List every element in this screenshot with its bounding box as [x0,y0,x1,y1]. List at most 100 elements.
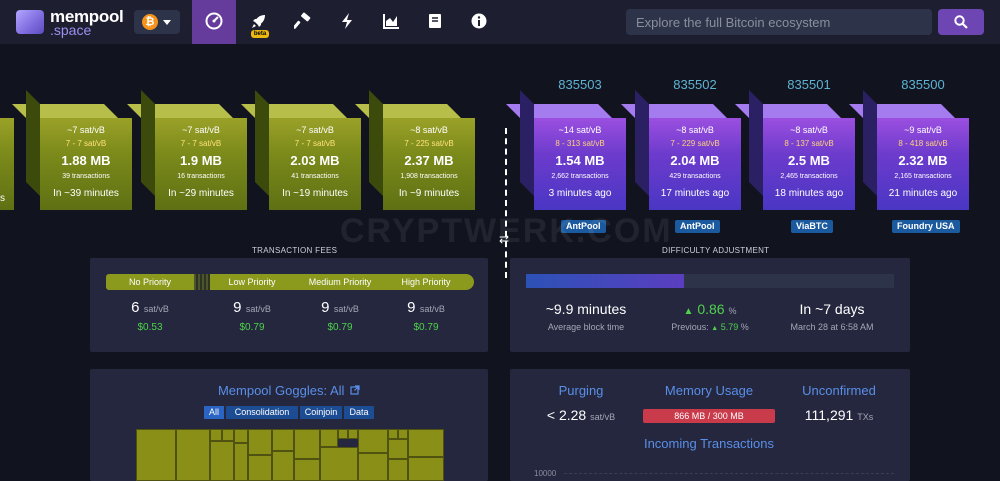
fee-value: 9 [321,299,330,316]
block-fee-range: 7 - 7 sat/vB [294,139,336,148]
nav-accelerator[interactable]: beta [237,0,281,44]
tx-tile [408,457,444,481]
tab-coinjoin[interactable]: Coinjoin [300,406,342,419]
up-arrow-icon: ▲ [711,325,719,332]
goggles-title[interactable]: Mempool Goggles: All [90,383,488,398]
block-age: 3 minutes ago [548,188,612,199]
purging-label: Purging [558,383,604,398]
tx-tile [398,429,408,439]
network-selector[interactable]: ₿ [134,10,180,34]
mined-block[interactable]: ~8 sat/vB 7 - 229 sat/vB 2.04 MB 429 tra… [621,90,741,210]
avg-block-time: ~9.9 minutes [545,301,627,317]
difficulty-change-unit: % [728,306,737,316]
dashboard-icon [205,12,223,30]
tab-all[interactable]: All [204,406,224,419]
block-median-fee: ~7 sat/vB [296,125,334,135]
block-eta: In ~9 minutes [398,188,460,199]
block-eta: In ~19 minutes [282,188,348,199]
up-arrow-icon: ▲ [683,306,694,317]
block-age: 17 minutes ago [660,188,730,199]
block-height[interactable]: 835502 [649,77,741,92]
tx-tile [320,429,338,447]
block-height[interactable]: 835501 [763,77,855,92]
incoming-transactions-title: Incoming Transactions [643,436,775,451]
mined-block[interactable]: ~8 sat/vB 8 - 137 sat/vB 2.5 MB 2,465 tr… [735,90,855,210]
tx-tile [388,439,408,459]
block-size: 2.32 MB [898,153,948,168]
nav-lightning[interactable] [325,0,369,44]
nav-mining[interactable] [281,0,325,44]
tx-tile [348,429,358,439]
mined-block[interactable]: ~9 sat/vB 8 - 418 sat/vB 2.32 MB 2,165 t… [849,90,969,210]
block-fee-range: 7 - 229 sat/vB [670,139,720,148]
block-median-fee: ~8 sat/vB [410,125,448,135]
memory-usage-bar: 866 MB / 300 MB [643,409,775,423]
hammer-icon [294,12,311,29]
block-fee-range: 8 - 418 sat/vB [898,139,948,148]
nav-dashboard[interactable] [192,0,236,44]
y-gridline [564,473,894,474]
tab-data[interactable]: Data [344,406,374,419]
block-tx-count: 2,165 transactions [894,173,952,180]
mempool-block[interactable]: ~7 sat/vB 7 - 7 sat/vB 2.03 MB 41 transa… [241,90,361,210]
difficulty-card: ~9.9 minutes Average block time ▲ 0.86 %… [510,258,910,352]
block-median-fee: ~14 sat/vB [558,125,602,135]
block-eta: In ~39 minutes [53,188,119,199]
goggles-card: Mempool Goggles: All All Consolidation C… [90,369,488,481]
tx-tile [248,455,272,481]
difficulty-eta: In ~7 days [799,301,865,317]
bitcoin-icon: ₿ [142,14,158,30]
block-height[interactable]: 835503 [534,77,626,92]
tx-tile [234,443,248,481]
block-tx-count: 1,908 transactions [400,173,458,180]
search-icon [954,15,968,29]
block-fee-range: 7 - 7 sat/vB [180,139,222,148]
medium-priority-usd: $0.79 [327,322,353,333]
logo-subtext: .space [50,22,92,38]
low-priority-fee: 9 sat/vB [208,299,296,317]
block-size: 1.88 MB [61,153,111,168]
tab-consolidation[interactable]: Consolidation [226,406,298,419]
tx-tile [272,451,294,481]
low-priority-usd: $0.79 [239,322,265,333]
tx-tile [222,429,234,441]
previous-change: Previous: ▲ 5.79 % [650,322,770,332]
rocket-icon [252,15,265,28]
fee-unit: sat/vB [245,304,271,314]
mempool-info-card: Purging Memory Usage Unconfirmed < 2.28 … [510,369,910,481]
chart-icon [383,14,399,29]
fee-unit: sat/vB [419,304,445,314]
search-button[interactable] [938,9,984,35]
nav-about[interactable] [457,0,501,44]
mempool-goggles-treemap[interactable] [136,425,444,481]
mempool-block[interactable]: ~7 sat/vB 7 - 7 sat/vB 1.88 MB 39 transa… [12,90,132,210]
block-size: 2.03 MB [290,153,340,168]
block-median-fee: ~8 sat/vB [676,125,714,135]
mined-block[interactable]: ~14 sat/vB 8 - 313 sat/vB 1.54 MB 2,662 … [506,90,626,210]
no-priority-fee: 6 sat/vB [106,299,194,317]
mining-pool-tag[interactable]: AntPool [675,220,720,233]
mempool-block[interactable]: ~7 sat/vB 7 - 7 sat/vB 1.9 MB 16 transac… [127,90,247,210]
tx-tile [248,429,272,455]
mining-pool-tag[interactable]: ViaBTC [791,220,833,233]
mempool-logo[interactable]: mempool .space [16,7,136,38]
block-height[interactable]: 835500 [877,77,969,92]
previous-label: Previous: [671,322,709,332]
nav-graphs[interactable] [369,0,413,44]
unconfirmed-value: 111,291 [804,407,854,423]
mining-pool-tag[interactable]: Foundry USA [892,220,960,233]
high-priority-label: High Priority [401,277,451,287]
block-fee-range: 7 - 7 sat/vB [65,139,107,148]
info-icon [471,13,487,29]
nav-docs[interactable] [413,0,457,44]
search-input[interactable] [626,9,932,35]
block-size: 2.5 MB [788,153,830,168]
fee-unit: sat/vB [143,304,169,314]
mempool-block[interactable]: ~8 sat/vB 7 - 225 sat/vB 2.37 MB 1,908 t… [355,90,475,210]
block-eta: In ~29 minutes [168,188,234,199]
avg-block-time-label: Average block time [547,322,625,332]
memory-usage-label: Memory Usage [664,383,754,398]
block-tx-count: 16 transactions [177,173,225,180]
block-size: 2.37 MB [404,153,454,168]
tx-tile [136,429,176,481]
